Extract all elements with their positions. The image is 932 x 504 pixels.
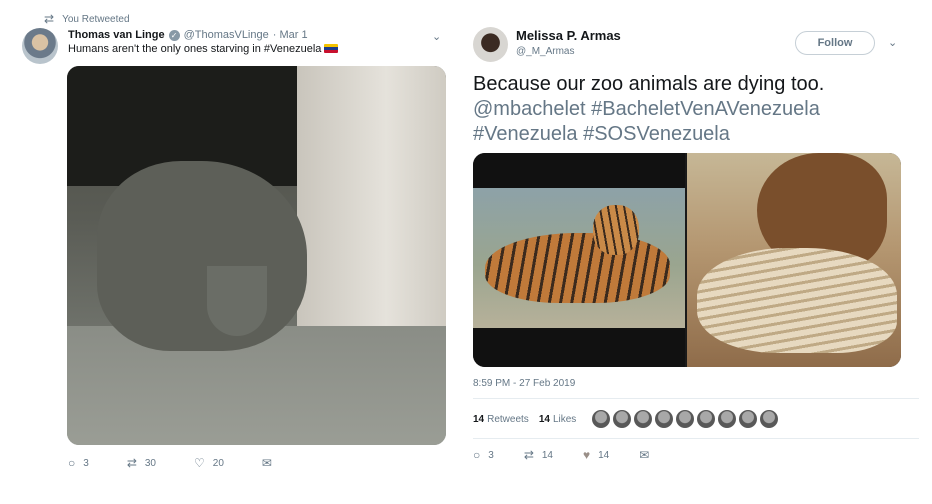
tweet-text: Humans aren't the only ones starving in …: [68, 43, 339, 55]
avatar[interactable]: [676, 410, 695, 428]
author-name[interactable]: Thomas van Linge: [68, 29, 165, 41]
retweet-button[interactable]: ⇄ 30: [127, 456, 156, 470]
right-tweet: Melissa P. Armas @_M_Armas Follow ⌄ Beca…: [460, 0, 932, 504]
venezuela-flag-icon: [324, 44, 339, 53]
author-handle[interactable]: @_M_Armas: [516, 46, 575, 57]
retweet-notice-text: You Retweeted: [62, 13, 130, 25]
divider: [473, 398, 919, 399]
tweet-text-plain: Because our zoo animals are dying too.: [473, 73, 825, 95]
left-tweet: ⇄ You Retweeted Thomas van Linge ✓ @Thom…: [0, 0, 460, 504]
media-image-lion[interactable]: [687, 153, 901, 367]
avatar[interactable]: [473, 27, 508, 62]
avatar[interactable]: [634, 410, 653, 428]
author-name[interactable]: Melissa P. Armas: [516, 28, 621, 43]
tweet-actions: ○ 3 ⇄ 30 ♡ 20 ✉: [68, 456, 310, 470]
reply-icon: ○: [68, 456, 76, 470]
retweet-icon: ⇄: [523, 448, 534, 462]
tweet-date[interactable]: · Mar 1: [273, 29, 308, 41]
chevron-down-icon[interactable]: ⌄: [432, 30, 441, 43]
like-count: 20: [212, 457, 224, 469]
media-image-tiger[interactable]: [473, 153, 685, 367]
avatar[interactable]: [718, 410, 737, 428]
tweet-actions: ○ 3 ⇄ 14 ♥ 14 ✉: [473, 448, 679, 462]
liker-avatars: [592, 410, 779, 428]
dm-button[interactable]: ✉: [639, 448, 649, 462]
retweet-count: 30: [144, 457, 156, 469]
reply-count: 3: [488, 449, 494, 461]
avatar[interactable]: [22, 28, 58, 64]
retweet-count: 14: [541, 449, 553, 461]
heart-icon: ♡: [194, 456, 205, 470]
likes-stat-label: Likes: [552, 413, 577, 425]
envelope-icon: ✉: [261, 456, 272, 470]
envelope-icon: ✉: [639, 448, 650, 462]
avatar[interactable]: [592, 410, 611, 428]
divider: [473, 438, 919, 439]
tweet-text: Because our zoo animals are dying too. @…: [473, 72, 923, 147]
reply-icon: ○: [473, 448, 481, 462]
likes-stat[interactable]: 14 Likes: [539, 414, 576, 425]
chevron-down-icon[interactable]: ⌄: [888, 36, 897, 49]
tweet-hashtags[interactable]: @mbachelet #BacheletVenAVenezuela #Venez…: [473, 97, 923, 147]
heart-icon: ♥: [583, 448, 591, 462]
retweet-icon: ⇄: [44, 12, 55, 26]
retweets-stat-count: 14: [473, 413, 485, 425]
avatar[interactable]: [697, 410, 716, 428]
retweets-stat-label: Retweets: [487, 413, 529, 425]
reply-count: 3: [83, 457, 89, 469]
tweet-header: Thomas van Linge ✓ @ThomasVLinge · Mar 1: [68, 29, 308, 41]
tweet-text-content: Humans aren't the only ones starving in …: [68, 43, 322, 55]
follow-button[interactable]: Follow: [795, 31, 875, 55]
tweet-timestamp[interactable]: 8:59 PM - 27 Feb 2019: [473, 378, 575, 389]
tweet-media-gallery: [473, 153, 901, 367]
retweet-button[interactable]: ⇄ 14: [524, 448, 553, 462]
likes-stat-count: 14: [538, 413, 550, 425]
tweet-media-image[interactable]: [67, 66, 446, 445]
like-count: 14: [598, 449, 610, 461]
author-handle[interactable]: @ThomasVLinge: [184, 29, 269, 41]
avatar[interactable]: [613, 410, 632, 428]
verified-badge-icon: ✓: [168, 29, 180, 41]
engagement-stats: 14 Retweets 14 Likes: [473, 410, 779, 428]
reply-button[interactable]: ○ 3: [68, 456, 89, 470]
retweet-notice: ⇄ You Retweeted: [44, 12, 130, 26]
avatar[interactable]: [760, 410, 779, 428]
avatar[interactable]: [739, 410, 758, 428]
like-button[interactable]: ♡ 20: [194, 456, 224, 470]
avatar[interactable]: [655, 410, 674, 428]
dm-button[interactable]: ✉: [262, 456, 272, 470]
retweets-stat[interactable]: 14 Retweets: [473, 414, 529, 425]
retweet-icon: ⇄: [126, 456, 137, 470]
like-button[interactable]: ♥ 14: [583, 448, 609, 462]
reply-button[interactable]: ○ 3: [473, 448, 494, 462]
